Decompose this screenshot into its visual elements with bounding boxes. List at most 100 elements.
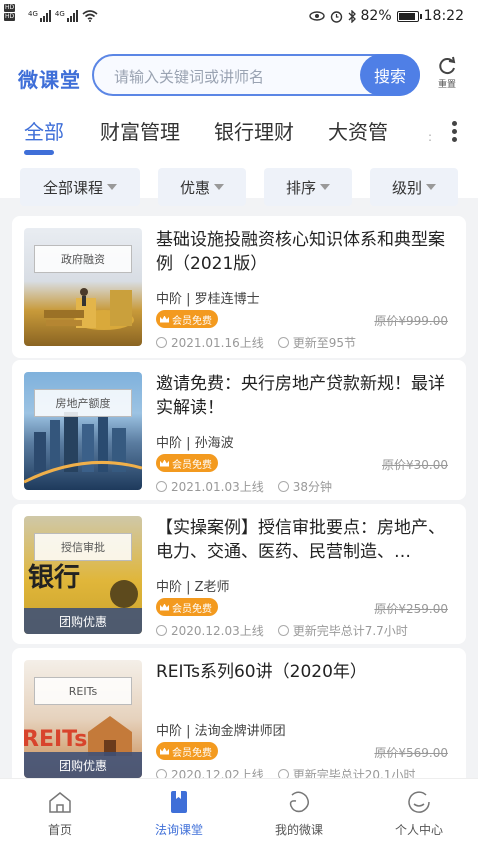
upload-icon <box>156 769 167 778</box>
course-stats: 2020.12.02上线 更新完毕总计20.1小时 <box>156 766 415 778</box>
course-card[interactable]: 房地产额度 邀请免费：央行房地产贷款新规！最详实解读！ 中阶 | 孙海波 会员免… <box>12 360 466 500</box>
course-thumbnail: 房地产额度 <box>24 372 142 490</box>
original-price: 原价¥30.00 <box>382 458 448 472</box>
course-card[interactable]: 银行 授信审批 团购优惠 【实操案例】授信审批要点：房地产、电力、交通、医药、民… <box>12 504 466 644</box>
course-meta: 中阶 | 孙海波 <box>156 436 234 451</box>
course-update: 更新完毕总计20.1小时 <box>292 768 416 778</box>
clock: 18:22 <box>423 8 464 24</box>
course-thumbnail: 政府融资 <box>24 228 142 346</box>
course-stats: 2021.01.16上线 更新至95节 <box>156 334 356 351</box>
caret-down-icon <box>320 184 330 190</box>
nav-home[interactable]: 首页 <box>20 789 100 838</box>
brand-title: 微课堂 <box>18 68 81 92</box>
book-icon <box>171 791 187 813</box>
original-price: 原价¥259.00 <box>374 602 448 616</box>
filter-label: 级别 <box>391 178 422 197</box>
caret-down-icon <box>107 184 117 190</box>
signal-icon: 4G <box>28 10 51 22</box>
vip-free-badge: 会员免费 <box>156 742 218 760</box>
course-meta: 中阶 | 法询金牌讲师团 <box>156 724 286 739</box>
home-icon <box>49 792 71 813</box>
search-input[interactable]: 请输入关键词或讲师名 <box>114 66 264 87</box>
crown-icon <box>160 315 169 323</box>
tab-all[interactable]: 全部 <box>24 116 64 145</box>
nav-classroom[interactable]: 法询课堂 <box>139 789 219 838</box>
battery-percent: 82% <box>360 8 392 24</box>
nav-label: 首页 <box>47 823 72 837</box>
svg-text:银行: 银行 <box>28 562 80 593</box>
upload-icon <box>156 337 167 348</box>
course-update: 38分钟 <box>292 480 332 494</box>
reset-button[interactable]: 重置 <box>432 56 462 90</box>
tab-asset-management[interactable]: 大资管 <box>328 116 388 145</box>
course-card[interactable]: REITs REITs 团购优惠 REITs系列60讲（2020年） 中阶 | … <box>12 648 466 778</box>
nav-label: 我的微课 <box>274 823 323 837</box>
filter-label: 排序 <box>285 178 316 197</box>
search-box[interactable]: 请输入关键词或讲师名 搜索 <box>92 54 420 96</box>
course-stats: 2020.12.03上线 更新完毕总计7.7小时 <box>156 622 408 639</box>
course-tag: 授信审批 <box>34 533 132 561</box>
signal-icon-2: 4G <box>55 10 78 22</box>
status-bar: HD HD 4G 4G 82% 18:22 <box>0 0 478 32</box>
header: 微课堂 请输入关键词或讲师名 搜索 重置 全部 财富管理 银行理财 大资管 : … <box>0 32 478 206</box>
original-price: 原价¥999.00 <box>374 314 448 328</box>
course-date: 2021.01.16上线 <box>171 336 264 350</box>
course-card[interactable]: 政府融资 基础设施投融资核心知识体系和典型案例（2021版） 中阶 | 罗桂连博… <box>12 216 466 358</box>
wifi-icon <box>82 10 98 22</box>
course-meta: 中阶 | 罗桂连博士 <box>156 292 260 307</box>
original-price: 原价¥569.00 <box>374 746 448 760</box>
course-tag: 房地产额度 <box>34 389 132 417</box>
group-buy-label: 团购优惠 <box>24 752 142 778</box>
clock-icon <box>277 481 289 492</box>
caret-down-icon <box>214 184 224 190</box>
course-date: 2020.12.02上线 <box>171 768 264 778</box>
bluetooth-icon <box>348 9 356 23</box>
course-tag: REITs <box>34 677 132 705</box>
tab-wealth[interactable]: 财富管理 <box>100 116 180 145</box>
clock-icon <box>277 337 289 348</box>
course-meta: 中阶 | Z老师 <box>156 580 230 595</box>
vip-free-badge: 会员免费 <box>156 454 218 472</box>
course-thumbnail: 银行 授信审批 团购优惠 <box>24 516 142 634</box>
course-title[interactable]: 基础设施投融资核心知识体系和典型案例（2021版） <box>156 228 452 276</box>
badge-label: 会员免费 <box>172 747 212 759</box>
course-date: 2021.01.03上线 <box>171 480 264 494</box>
reset-label: 重置 <box>437 80 456 90</box>
crown-icon <box>160 603 169 611</box>
clock-icon <box>277 625 289 636</box>
upload-icon <box>156 481 167 492</box>
filter-label: 全部课程 <box>42 178 103 197</box>
course-thumbnail: REITs REITs 团购优惠 <box>24 660 142 778</box>
badge-label: 会员免费 <box>172 315 212 327</box>
course-stats: 2021.01.03上线 38分钟 <box>156 478 332 495</box>
course-update: 更新至95节 <box>292 336 356 350</box>
course-title[interactable]: REITs系列60讲（2020年） <box>156 660 452 684</box>
course-title[interactable]: 【实操案例】授信审批要点：房地产、电力、交通、医药、民营制造、… <box>156 516 452 564</box>
eye-icon <box>308 11 325 21</box>
badge-label: 会员免费 <box>172 603 212 615</box>
alarm-icon <box>330 10 342 23</box>
battery-icon <box>396 10 422 22</box>
vip-free-badge: 会员免费 <box>156 310 218 328</box>
upload-icon <box>156 625 167 636</box>
more-tabs-icon[interactable] <box>452 121 458 145</box>
nav-profile[interactable]: 个人中心 <box>379 789 459 838</box>
course-update: 更新完毕总计7.7小时 <box>292 624 408 638</box>
filter-label: 优惠 <box>179 178 210 197</box>
course-date: 2020.12.03上线 <box>171 624 264 638</box>
refresh-icon <box>439 56 456 75</box>
category-tabs: 全部 财富管理 银行理财 大资管 <box>0 116 478 156</box>
tab-bank-finance[interactable]: 银行理财 <box>214 116 294 145</box>
caret-down-icon <box>426 184 436 190</box>
svg-text:REITs: REITs <box>24 727 87 752</box>
clock-icon <box>277 769 289 778</box>
bottom-nav: 首页 法询课堂 我的微课 个人中心 <box>0 778 478 850</box>
nav-label: 法询课堂 <box>154 823 203 837</box>
search-button[interactable]: 搜索 <box>360 54 420 96</box>
tab-scroll-hint: : <box>427 130 432 144</box>
course-title[interactable]: 邀请免费：央行房地产贷款新规！最详实解读！ <box>156 372 452 420</box>
course-tag: 政府融资 <box>34 245 132 273</box>
nav-my-courses[interactable]: 我的微课 <box>259 789 339 838</box>
crown-icon <box>160 747 169 755</box>
vip-free-badge: 会员免费 <box>156 598 218 616</box>
